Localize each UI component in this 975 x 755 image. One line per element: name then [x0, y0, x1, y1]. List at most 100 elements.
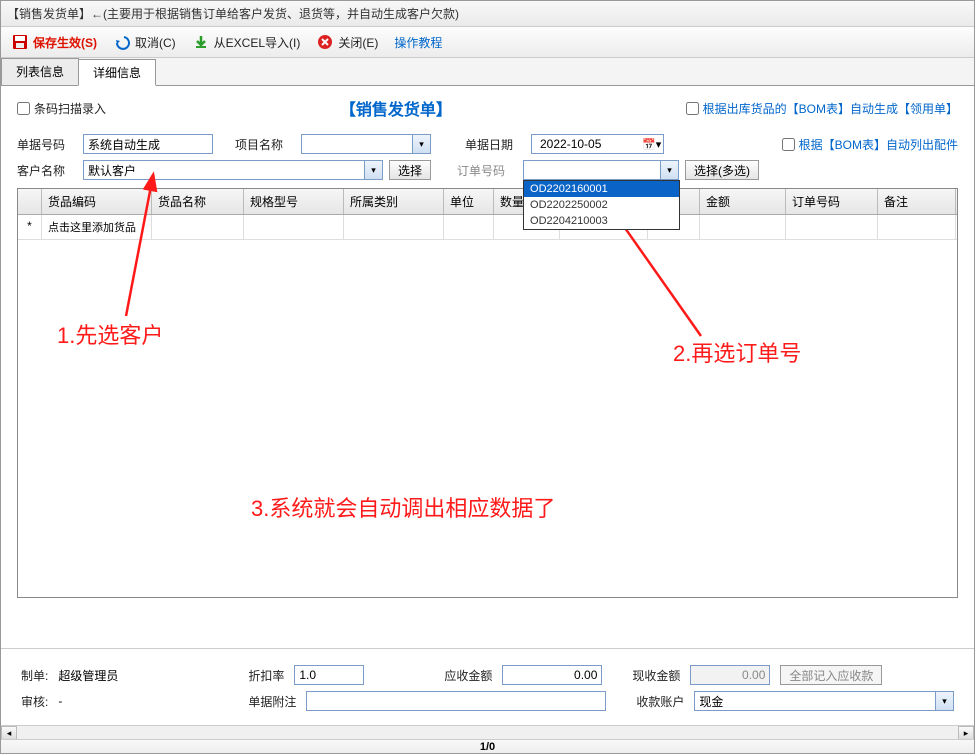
note-input[interactable] — [306, 691, 606, 711]
import-label: 从EXCEL导入(I) — [214, 34, 301, 51]
project-input[interactable] — [302, 136, 412, 152]
bom-auto-checkbox[interactable]: 根据出库货品的【BOM表】自动生成【领用单】 — [686, 100, 958, 117]
add-product-placeholder[interactable]: 点击这里添加货品 — [42, 215, 152, 239]
cell[interactable] — [152, 215, 244, 239]
cell[interactable] — [444, 215, 494, 239]
customer-select[interactable]: ▾ — [83, 160, 383, 180]
customer-select-button[interactable]: 选择 — [389, 160, 431, 180]
calendar-icon[interactable]: 📅▾ — [642, 138, 661, 151]
doc-date-input[interactable] — [536, 136, 636, 152]
cancel-label: 取消(C) — [135, 34, 176, 51]
toolbar: 保存生效(S) 取消(C) 从EXCEL导入(I) 关闭(E) 操作教程 — [1, 27, 974, 58]
chevron-down-icon[interactable]: ▾ — [364, 161, 382, 179]
col-amount[interactable]: 金额 — [700, 189, 786, 214]
account-label: 收款账户 — [636, 693, 684, 710]
save-button[interactable]: 保存生效(S) — [7, 31, 101, 53]
footer-row-2: 审核: - 单据附注 收款账户 ▾ — [21, 691, 954, 711]
barcode-scan-checkbox[interactable]: 条码扫描录入 — [17, 100, 106, 117]
cancel-button[interactable]: 取消(C) — [109, 31, 180, 53]
order-option-0[interactable]: OD2202160001 — [524, 181, 679, 197]
save-icon — [11, 33, 29, 51]
doc-no-label: 单据号码 — [17, 136, 77, 153]
auditor-value: - — [58, 694, 178, 708]
tutorial-link[interactable]: 操作教程 — [390, 32, 446, 53]
all-to-receivable-button: 全部记入应收款 — [780, 665, 882, 685]
close-label: 关闭(E) — [338, 34, 378, 51]
chevron-down-icon[interactable]: ▾ — [412, 135, 430, 153]
row-marker: * — [18, 215, 42, 239]
content-area: 条码扫描录入 【销售发货单】 根据出库货品的【BOM表】自动生成【领用单】 单据… — [1, 86, 974, 598]
order-no-label: 订单号码 — [457, 162, 517, 179]
project-label: 项目名称 — [235, 136, 295, 153]
discount-rate-input[interactable] — [294, 665, 364, 685]
bom-parts-label: 根据【BOM表】自动列出配件 — [799, 136, 958, 153]
chevron-down-icon[interactable]: ▾ — [660, 161, 678, 179]
cash-received-input — [690, 665, 770, 685]
grid-header: 货品编码 货品名称 规格型号 所属类别 单位 数量 单价 折扣 金额 订单号码 … — [18, 189, 957, 215]
col-name[interactable]: 货品名称 — [152, 189, 244, 214]
col-remark[interactable]: 备注 — [878, 189, 956, 214]
grid-body: * 点击这里添加货品 — [18, 215, 957, 597]
footer-row-1: 制单: 超级管理员 折扣率 应收金额 现收金额 全部记入应收款 — [21, 665, 954, 685]
maker-label: 制单: — [21, 667, 48, 684]
bom-parts-check[interactable] — [782, 138, 795, 151]
cell[interactable] — [700, 215, 786, 239]
order-no-select[interactable]: ▾ — [523, 160, 679, 180]
customer-input[interactable] — [84, 162, 364, 178]
close-button[interactable]: 关闭(E) — [312, 31, 382, 53]
cell[interactable] — [344, 215, 444, 239]
close-x-icon — [316, 33, 334, 51]
scroll-left-arrow[interactable]: ◂ — [1, 726, 17, 740]
tutorial-label: 操作教程 — [394, 34, 442, 51]
tab-detail-info[interactable]: 详细信息 — [78, 59, 156, 86]
col-category[interactable]: 所属类别 — [344, 189, 444, 214]
import-excel-button[interactable]: 从EXCEL导入(I) — [188, 31, 305, 53]
doc-date-label: 单据日期 — [465, 136, 525, 153]
table-row[interactable]: * 点击这里添加货品 — [18, 215, 957, 240]
header-row: 条码扫描录入 【销售发货单】 根据出库货品的【BOM表】自动生成【领用单】 — [17, 96, 958, 120]
bom-parts-checkbox[interactable]: 根据【BOM表】自动列出配件 — [782, 136, 958, 153]
barcode-scan-check[interactable] — [17, 102, 30, 115]
col-unit[interactable]: 单位 — [444, 189, 494, 214]
order-no-input[interactable] — [524, 162, 660, 178]
auditor-label: 审核: — [21, 693, 48, 710]
col-code[interactable]: 货品编码 — [42, 189, 152, 214]
download-arrow-icon — [192, 33, 210, 51]
status-bar: 1/0 — [1, 739, 974, 753]
window-title: 【销售发货单】←(主要用于根据销售订单给客户发货、退货等，并自动生成客户欠款) — [7, 7, 459, 21]
col-marker — [18, 189, 42, 214]
account-input[interactable] — [695, 693, 935, 709]
bom-auto-label: 根据出库货品的【BOM表】自动生成【领用单】 — [703, 100, 958, 117]
col-order-no[interactable]: 订单号码 — [786, 189, 878, 214]
receivable-input[interactable] — [502, 665, 602, 685]
order-option-1[interactable]: OD2202250002 — [524, 197, 679, 213]
order-no-dropdown-wrap: ▾ OD2202160001 OD2202250002 OD2204210003 — [523, 160, 679, 180]
cell[interactable] — [786, 215, 878, 239]
page-title: 【销售发货单】 — [340, 96, 452, 120]
maker-value: 超级管理员 — [58, 667, 178, 684]
project-select[interactable]: ▾ — [301, 134, 431, 154]
bom-auto-check[interactable] — [686, 102, 699, 115]
doc-no-input[interactable] — [83, 134, 213, 154]
cell[interactable] — [878, 215, 956, 239]
order-option-2[interactable]: OD2204210003 — [524, 213, 679, 229]
receivable-label: 应收金额 — [444, 667, 492, 684]
form-row-2: 客户名称 ▾ 选择 订单号码 ▾ OD2202160001 OD22022500… — [17, 160, 958, 180]
doc-date-picker[interactable]: 📅▾ — [531, 134, 664, 154]
order-multi-select-button[interactable]: 选择(多选) — [685, 160, 759, 180]
chevron-down-icon[interactable]: ▾ — [935, 692, 953, 710]
customer-label: 客户名称 — [17, 162, 77, 179]
page-indicator: 1/0 — [480, 741, 495, 753]
scroll-right-arrow[interactable]: ▸ — [958, 726, 974, 740]
account-select[interactable]: ▾ — [694, 691, 954, 711]
form-row-1: 单据号码 项目名称 ▾ 单据日期 📅▾ 根据【BOM表】自动列出配件 — [17, 134, 958, 154]
undo-icon — [113, 33, 131, 51]
order-no-dropdown-list: OD2202160001 OD2202250002 OD2204210003 — [523, 180, 680, 230]
cell[interactable] — [244, 215, 344, 239]
discount-rate-label: 折扣率 — [248, 667, 284, 684]
save-label: 保存生效(S) — [33, 34, 97, 51]
footer-divider — [1, 648, 974, 649]
tab-list-info[interactable]: 列表信息 — [1, 58, 79, 85]
footer: 制单: 超级管理员 折扣率 应收金额 现收金额 全部记入应收款 审核: - 单据… — [1, 657, 974, 725]
col-spec[interactable]: 规格型号 — [244, 189, 344, 214]
